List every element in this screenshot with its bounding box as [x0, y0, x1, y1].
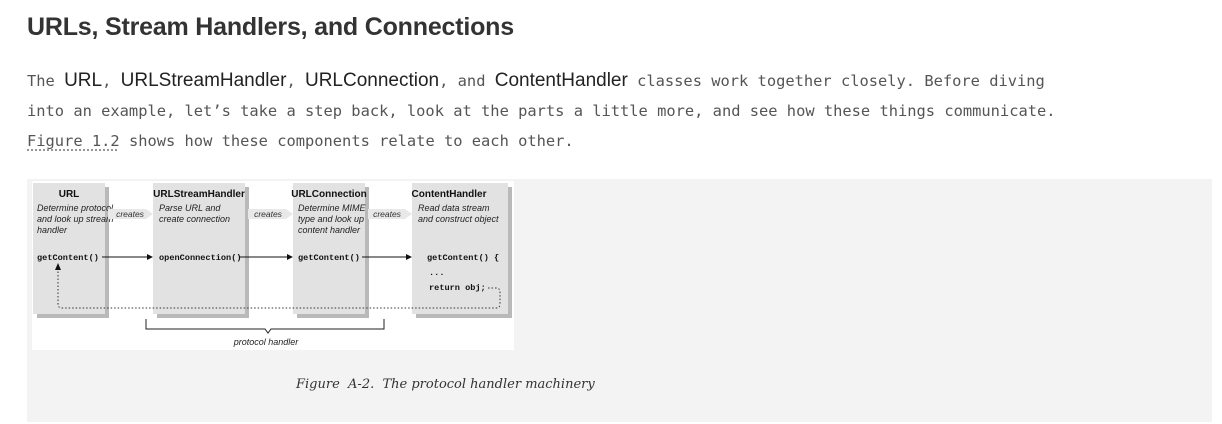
text-segment: , [102, 72, 121, 90]
box-code: openConnection() [159, 253, 242, 263]
creates-label: creates [116, 209, 145, 219]
box-code-line: ... [429, 268, 444, 278]
box-title: URLStreamHandler [153, 189, 245, 200]
text-line-2: into an example, let’s take a step back,… [27, 102, 1056, 120]
box-title: ContentHandler [412, 189, 487, 200]
box-desc-line: handler [37, 225, 68, 235]
protocol-handler-diagram: URL Determine protocol and look up strea… [32, 181, 514, 350]
figure-caption: Figure A-2. The protocol handler machine… [296, 377, 595, 392]
box-desc-line: Determine MIME [298, 203, 367, 213]
box-desc-line: content handler [298, 225, 361, 235]
diagram-box-urlstreamhandler: URLStreamHandler Parse URL and create co… [153, 183, 249, 318]
box-code: getContent() [37, 253, 99, 263]
class-name-urlstreamhandler: URLStreamHandler [120, 70, 287, 91]
page-title: URLs, Stream Handlers, and Connections [27, 13, 514, 41]
box-desc-line: and construct object [418, 214, 499, 224]
text-segment: shows how these components relate to eac… [119, 132, 574, 150]
intro-paragraph: The URL, URLStreamHandler, URLConnection… [27, 66, 1207, 156]
text-segment: classes work together closely. Before di… [627, 72, 1045, 90]
figure-link[interactable]: Figure 1.2 [27, 132, 120, 150]
box-title: URL [59, 189, 80, 200]
creates-connector: creates [248, 209, 293, 219]
class-name-url: URL [64, 70, 103, 91]
box-desc-line: Parse URL and [159, 203, 221, 213]
diagram-box-contenthandler: ContentHandler Read data stream and cons… [412, 183, 512, 318]
protocol-handler-brace [145, 319, 385, 334]
creates-connector: creates [368, 209, 412, 219]
creates-label: creates [254, 209, 283, 219]
box-desc-line: Read data stream [418, 203, 490, 213]
class-name-contenthandler: ContentHandler [494, 70, 628, 91]
text-segment: The [27, 72, 65, 90]
diagram-box-urlconnection: URLConnection Determine MIME type and lo… [291, 183, 369, 318]
box-code-line: return obj; [429, 283, 486, 293]
box-desc-line: create connection [159, 214, 230, 224]
creates-connector: creates [108, 209, 153, 219]
box-title: URLConnection [291, 189, 367, 200]
box-desc-line: and look up stream [37, 214, 114, 224]
text-segment: , and [439, 72, 495, 90]
box-desc-line: Determine protocol [37, 203, 114, 213]
diagram-box-url: URL Determine protocol and look up strea… [33, 183, 114, 318]
class-name-urlconnection: URLConnection [304, 70, 440, 91]
box-code: getContent() { [427, 253, 499, 263]
creates-label: creates [373, 209, 402, 219]
text-segment: , [286, 72, 305, 90]
box-code: getContent() [298, 253, 360, 263]
brace-label: protocol handler [233, 337, 300, 347]
box-desc-line: type and look up [298, 214, 364, 224]
